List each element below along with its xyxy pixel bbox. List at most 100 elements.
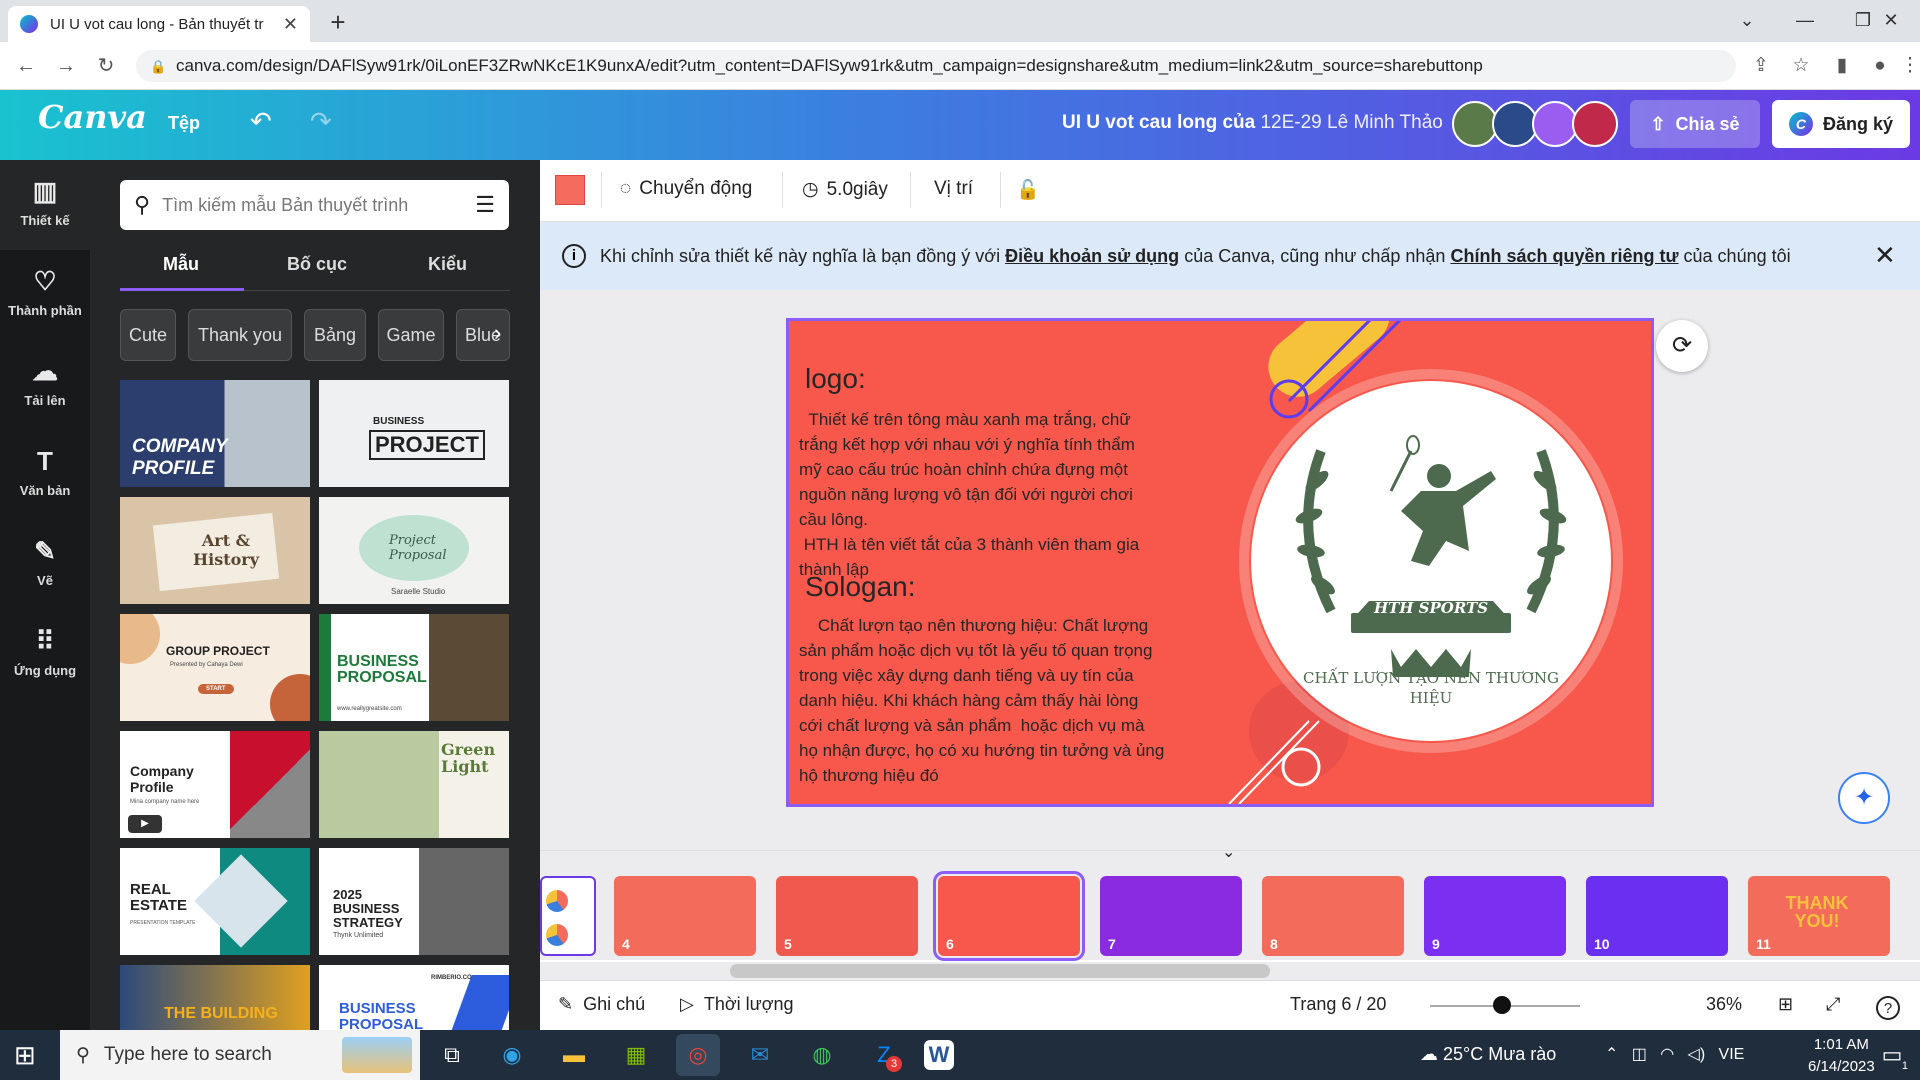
slide-thumbnail[interactable]: 4 xyxy=(614,876,756,956)
add-comment-icon[interactable]: ⟳ xyxy=(1656,320,1708,372)
canva-logo[interactable]: Canva xyxy=(38,98,147,136)
hth-sports-logo[interactable]: HTH SPORTS CHẤT LƯỢN TẠO NÊN THƯƠNG HIỆU xyxy=(1239,369,1623,753)
help-icon[interactable]: ? xyxy=(1876,996,1900,1020)
terms-link[interactable]: Điều khoản sử dụng xyxy=(1005,246,1179,266)
chevron-up-icon[interactable]: ⌃ xyxy=(1605,1046,1618,1063)
timing-button[interactable]: ▷ Thời lượng xyxy=(680,994,794,1015)
template-thumb[interactable]: THE BUILDING xyxy=(120,965,310,1030)
side-panel-icon[interactable]: ▮ xyxy=(1826,50,1858,82)
back-button[interactable]: ← xyxy=(12,52,40,80)
taskbar-clock[interactable]: 1:01 AM 6/14/2023 xyxy=(1808,1034,1875,1078)
tab-layouts[interactable]: Bố cục xyxy=(287,254,347,275)
rail-item-text[interactable]: T Văn bản xyxy=(0,432,90,516)
slide-paragraph-logo[interactable]: Thiết kế trên tông màu xanh mạ trắng, ch… xyxy=(799,407,1155,582)
avatar[interactable] xyxy=(1572,101,1618,147)
chevron-right-icon[interactable]: › xyxy=(494,320,501,346)
lock-button[interactable]: 🔓 xyxy=(1016,178,1040,202)
profile-icon[interactable]: ● xyxy=(1864,50,1896,82)
chip-game[interactable]: Game xyxy=(378,309,444,361)
tab-templates[interactable]: Mẫu xyxy=(163,254,199,275)
rail-item-design[interactable]: ▥ Thiết kế xyxy=(0,162,90,246)
duration-button[interactable]: ◷ 5.0giây xyxy=(802,178,888,201)
share-page-icon[interactable]: ⇪ xyxy=(1745,50,1777,82)
slide-heading-slogan[interactable]: Sologan: xyxy=(805,571,916,603)
store-icon[interactable]: ▦ xyxy=(614,1034,658,1076)
signup-button[interactable]: C Đăng ký xyxy=(1772,100,1910,148)
document-title[interactable]: UI U vot cau long của 12E-29 Lê Minh Thả… xyxy=(1062,112,1443,134)
slide-thumbnail[interactable]: 9 xyxy=(1424,876,1566,956)
fill-color-swatch[interactable] xyxy=(555,175,585,205)
vertical-scrollbar[interactable] xyxy=(1900,290,1920,850)
collapse-filmstrip-icon[interactable]: ⌄ xyxy=(1222,842,1235,862)
share-button[interactable]: ⇧ Chia sẻ xyxy=(1630,100,1760,148)
redo-icon[interactable]: ↷ xyxy=(310,106,332,137)
word-icon[interactable]: W xyxy=(924,1040,954,1070)
taskbar-search[interactable]: ⚲ Type here to search xyxy=(60,1030,420,1080)
slide-thumbnail[interactable]: 5 xyxy=(776,876,918,956)
new-tab-button[interactable]: + xyxy=(322,6,354,38)
wifi-icon[interactable]: ◠ xyxy=(1660,1046,1674,1063)
position-button[interactable]: Vị trí xyxy=(934,178,973,200)
file-explorer-icon[interactable]: ▬ xyxy=(552,1034,596,1076)
rail-item-draw[interactable]: ✎ Vẽ xyxy=(0,522,90,606)
zoom-percent[interactable]: 36% xyxy=(1706,994,1742,1015)
rail-item-uploads[interactable]: ☁ Tải lên xyxy=(0,342,90,426)
mail-icon[interactable]: ✉ xyxy=(738,1034,782,1076)
language-indicator[interactable]: VIE xyxy=(1719,1046,1745,1063)
rail-item-elements[interactable]: ♡ Thành phần xyxy=(0,252,90,336)
template-thumb[interactable]: BUSINESS PROJECT xyxy=(319,380,509,487)
minimize-button[interactable]: — xyxy=(1776,0,1834,40)
template-thumb[interactable]: BUSINESS PROPOSAL RIMBERIO.CO xyxy=(319,965,509,1030)
slide-thumbnail[interactable]: 8 xyxy=(1262,876,1404,956)
task-view-icon[interactable]: ⧉ xyxy=(430,1034,474,1076)
template-thumb[interactable]: GROUP PROJECT Presented by Cahaya Dewi S… xyxy=(120,614,310,721)
page-indicator[interactable]: Trang 6 / 20 xyxy=(1290,994,1386,1015)
template-search-input[interactable]: ⚲ Tìm kiếm mẫu Bản thuyết trình ☰ xyxy=(120,180,509,230)
slide-thumbnail[interactable]: 6 xyxy=(933,871,1085,961)
windows-start-icon[interactable]: ⊞ xyxy=(14,1040,36,1071)
scrollbar-thumb[interactable] xyxy=(730,964,1270,978)
zoom-slider-knob[interactable] xyxy=(1493,996,1511,1014)
close-notice-icon[interactable]: ✕ xyxy=(1874,240,1896,271)
weather-widget[interactable]: ☁ 25°C Mưa rào xyxy=(1420,1044,1556,1065)
forward-button[interactable]: → xyxy=(52,52,80,80)
network-icon[interactable]: ◫ xyxy=(1632,1046,1647,1063)
bookmark-star-icon[interactable]: ☆ xyxy=(1785,50,1817,82)
close-window-button[interactable]: ✕ xyxy=(1862,0,1920,40)
slide-paragraph-slogan[interactable]: Chất lượn tạo nên thương hiệu: Chất lượn… xyxy=(799,613,1165,788)
fullscreen-icon[interactable]: ⤢ xyxy=(1826,994,1840,1015)
rail-item-apps[interactable]: ⠿ Ứng dụng xyxy=(0,612,90,696)
slide-thumbnail[interactable] xyxy=(540,876,596,956)
app-icon[interactable]: ◍ xyxy=(800,1034,844,1076)
volume-icon[interactable]: ◁) xyxy=(1688,1046,1706,1063)
template-thumb[interactable]: 2025 BUSINESS STRATEGY Thynk Unlimited xyxy=(319,848,509,955)
privacy-link[interactable]: Chính sách quyền riêng tư xyxy=(1450,246,1678,266)
tab-styles[interactable]: Kiểu xyxy=(428,254,467,275)
template-thumb[interactable]: Company Profile Mina company name here ▶ xyxy=(120,731,310,838)
slide-canvas[interactable]: logo: Thiết kế trên tông màu xanh mạ trắ… xyxy=(786,318,1654,807)
url-bar[interactable]: 🔒 canva.com/design/DAFlSyw91rk/0iLonEF3Z… xyxy=(136,50,1736,82)
close-tab-icon[interactable]: ✕ xyxy=(283,14,298,35)
chip-table[interactable]: Bảng xyxy=(304,309,366,361)
template-thumb[interactable]: BUSINESS PROPOSAL www.reallygreatsite.co… xyxy=(319,614,509,721)
browser-tab[interactable]: UI U vot cau long - Bản thuyết tr ✕ xyxy=(8,6,310,42)
chip-blue[interactable]: Blue xyxy=(456,309,510,361)
chrome-icon[interactable]: ◎ xyxy=(676,1034,720,1076)
notes-button[interactable]: ✎ Ghi chú xyxy=(558,994,645,1015)
tab-search-icon[interactable]: ⌄ xyxy=(1718,0,1776,40)
template-thumb[interactable]: Project Proposal Saraelle Studio xyxy=(319,497,509,604)
chip-cute[interactable]: Cute xyxy=(120,309,176,361)
grid-view-icon[interactable]: ⊞ xyxy=(1778,994,1793,1015)
magic-sparkle-icon[interactable]: ✦ xyxy=(1838,772,1890,824)
template-thumb[interactable]: Art & History xyxy=(120,497,310,604)
slide-thumbnail[interactable]: THANK YOU! 11 xyxy=(1748,876,1890,956)
reload-button[interactable]: ↻ xyxy=(92,52,120,80)
template-thumb[interactable]: Green Light xyxy=(319,731,509,838)
template-thumb[interactable]: REAL ESTATE PRESENTATION TEMPLATE xyxy=(120,848,310,955)
slide-thumbnail[interactable]: 10 xyxy=(1586,876,1728,956)
template-thumb[interactable]: COMPANY PROFILE xyxy=(120,380,310,487)
chip-thank-you[interactable]: Thank you xyxy=(188,309,292,361)
browser-menu-icon[interactable]: ⋮ xyxy=(1894,50,1920,82)
zalo-icon[interactable]: Z 3 xyxy=(862,1034,906,1076)
animate-button[interactable]: ◌ Chuyển động xyxy=(620,178,752,200)
